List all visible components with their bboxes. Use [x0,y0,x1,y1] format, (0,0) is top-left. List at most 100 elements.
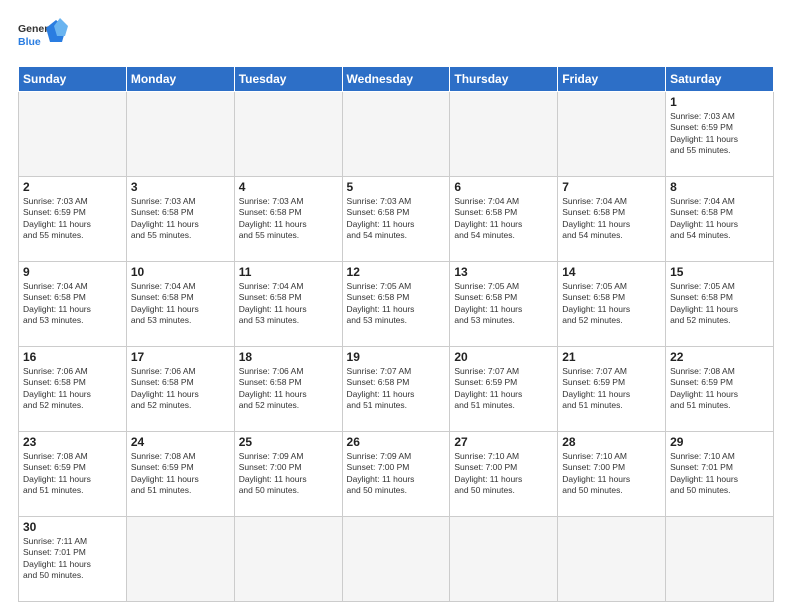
day-number: 12 [347,265,446,279]
svg-text:Blue: Blue [18,36,41,48]
calendar-day-cell [450,517,558,602]
calendar-day-cell: 2Sunrise: 7:03 AMSunset: 6:59 PMDaylight… [19,177,127,262]
day-number: 19 [347,350,446,364]
day-info: Sunrise: 7:07 AMSunset: 6:59 PMDaylight:… [562,366,661,412]
day-info: Sunrise: 7:08 AMSunset: 6:59 PMDaylight:… [131,451,230,497]
calendar-day-cell: 13 Sunrise: 7:05 AMSunset: 6:58 PMDayligh… [450,262,558,347]
calendar-day-cell: 8Sunrise: 7:04 AMSunset: 6:58 PMDaylight… [666,177,774,262]
day-number: 18 [239,350,338,364]
calendar-day-cell: 14 Sunrise: 7:05 AMSunset: 6:58 PMDayligh… [558,262,666,347]
day-info: Sunrise: 7:07 AMSunset: 6:58 PMDaylight:… [347,366,446,412]
day-number: 2 [23,180,122,194]
weekday-header-thursday: Thursday [450,67,558,92]
calendar-day-cell [19,92,127,177]
calendar-day-cell [558,517,666,602]
day-info: Sunrise: 7:06 AMSunset: 6:58 PMDaylight:… [23,366,122,412]
day-number: 11 [239,265,338,279]
day-info: Sunrise: 7:10 AMSunset: 7:00 PMDaylight:… [562,451,661,497]
day-number: 1 [670,95,769,109]
calendar-day-cell: 1 Sunrise: 7:03 AMSunset: 6:59 PMDaylight… [666,92,774,177]
calendar-day-cell: 23Sunrise: 7:08 AMSunset: 6:59 PMDayligh… [19,432,127,517]
day-info: Sunrise: 7:05 AMSunset: 6:58 PMDaylight:… [454,281,553,327]
day-info: Sunrise: 7:10 AMSunset: 7:01 PMDaylight:… [670,451,769,497]
calendar-week-row: 2Sunrise: 7:03 AMSunset: 6:59 PMDaylight… [19,177,774,262]
calendar-day-cell: 11 Sunrise: 7:04 AMSunset: 6:58 PMDayligh… [234,262,342,347]
day-info: Sunrise: 7:05 AMSunset: 6:58 PMDaylight:… [670,281,769,327]
calendar-day-cell: 4Sunrise: 7:03 AMSunset: 6:58 PMDaylight… [234,177,342,262]
day-number: 5 [347,180,446,194]
day-number: 17 [131,350,230,364]
weekday-header-monday: Monday [126,67,234,92]
calendar-day-cell: 6Sunrise: 7:04 AMSunset: 6:58 PMDaylight… [450,177,558,262]
weekday-header-tuesday: Tuesday [234,67,342,92]
day-info: Sunrise: 7:11 AMSunset: 7:01 PMDaylight:… [23,536,122,582]
day-number: 24 [131,435,230,449]
calendar-day-cell [126,92,234,177]
day-info: Sunrise: 7:04 AMSunset: 6:58 PMDaylight:… [239,281,338,327]
day-number: 16 [23,350,122,364]
calendar-day-cell [558,92,666,177]
calendar-week-row: 30Sunrise: 7:11 AMSunset: 7:01 PMDayligh… [19,517,774,602]
day-info: Sunrise: 7:08 AMSunset: 6:59 PMDaylight:… [23,451,122,497]
day-number: 7 [562,180,661,194]
day-number: 21 [562,350,661,364]
calendar-day-cell [126,517,234,602]
day-info: Sunrise: 7:04 AMSunset: 6:58 PMDaylight:… [23,281,122,327]
calendar-day-cell: 24 Sunrise: 7:08 AMSunset: 6:59 PMDayligh… [126,432,234,517]
weekday-header-sunday: Sunday [19,67,127,92]
day-number: 14 [562,265,661,279]
calendar-day-cell: 28Sunrise: 7:10 AMSunset: 7:00 PMDayligh… [558,432,666,517]
day-number: 29 [670,435,769,449]
header: General Blue [18,18,774,56]
day-info: Sunrise: 7:04 AMSunset: 6:58 PMDaylight:… [454,196,553,242]
day-number: 22 [670,350,769,364]
day-number: 26 [347,435,446,449]
calendar-day-cell: 9Sunrise: 7:04 AMSunset: 6:58 PMDaylight… [19,262,127,347]
day-number: 3 [131,180,230,194]
day-info: Sunrise: 7:06 AMSunset: 6:58 PMDaylight:… [131,366,230,412]
calendar-day-cell: 18 Sunrise: 7:06 AMSunset: 6:58 PMDayligh… [234,347,342,432]
day-info: Sunrise: 7:06 AMSunset: 6:58 PMDaylight:… [239,366,338,412]
calendar-day-cell [342,92,450,177]
weekday-header-wednesday: Wednesday [342,67,450,92]
day-info: Sunrise: 7:08 AMSunset: 6:59 PMDaylight:… [670,366,769,412]
calendar-day-cell: 3 Sunrise: 7:03 AMSunset: 6:58 PMDaylight… [126,177,234,262]
calendar-week-row: 16 Sunrise: 7:06 AMSunset: 6:58 PMDayligh… [19,347,774,432]
calendar-day-cell: 27 Sunrise: 7:10 AMSunset: 7:00 PMDayligh… [450,432,558,517]
calendar-day-cell [450,92,558,177]
calendar-day-cell: 30Sunrise: 7:11 AMSunset: 7:01 PMDayligh… [19,517,127,602]
calendar-week-row: 23Sunrise: 7:08 AMSunset: 6:59 PMDayligh… [19,432,774,517]
calendar-day-cell: 22 Sunrise: 7:08 AMSunset: 6:59 PMDayligh… [666,347,774,432]
day-info: Sunrise: 7:04 AMSunset: 6:58 PMDaylight:… [670,196,769,242]
calendar-week-row: 1 Sunrise: 7:03 AMSunset: 6:59 PMDaylight… [19,92,774,177]
day-info: Sunrise: 7:07 AMSunset: 6:59 PMDaylight:… [454,366,553,412]
calendar-day-cell [342,517,450,602]
day-number: 4 [239,180,338,194]
calendar-day-cell: 25 Sunrise: 7:09 AMSunset: 7:00 PMDayligh… [234,432,342,517]
day-info: Sunrise: 7:03 AMSunset: 6:59 PMDaylight:… [670,111,769,157]
calendar-day-cell: 26Sunrise: 7:09 AMSunset: 7:00 PMDayligh… [342,432,450,517]
calendar-week-row: 9Sunrise: 7:04 AMSunset: 6:58 PMDaylight… [19,262,774,347]
weekday-header-saturday: Saturday [666,67,774,92]
calendar-day-cell: 29 Sunrise: 7:10 AMSunset: 7:01 PMDayligh… [666,432,774,517]
day-info: Sunrise: 7:03 AMSunset: 6:58 PMDaylight:… [131,196,230,242]
day-number: 25 [239,435,338,449]
page: General Blue SundayMondayTuesdayWednesda… [0,0,792,612]
day-info: Sunrise: 7:05 AMSunset: 6:58 PMDaylight:… [562,281,661,327]
day-number: 15 [670,265,769,279]
calendar-day-cell: 19 Sunrise: 7:07 AMSunset: 6:58 PMDayligh… [342,347,450,432]
day-number: 13 [454,265,553,279]
day-info: Sunrise: 7:10 AMSunset: 7:00 PMDaylight:… [454,451,553,497]
logo-svg: General Blue [18,18,68,56]
calendar-day-cell: 7Sunrise: 7:04 AMSunset: 6:58 PMDaylight… [558,177,666,262]
day-info: Sunrise: 7:03 AMSunset: 6:58 PMDaylight:… [347,196,446,242]
day-number: 27 [454,435,553,449]
weekday-header-friday: Friday [558,67,666,92]
calendar-table: SundayMondayTuesdayWednesdayThursdayFrid… [18,66,774,602]
calendar-day-cell [234,92,342,177]
day-number: 20 [454,350,553,364]
day-info: Sunrise: 7:09 AMSunset: 7:00 PMDaylight:… [239,451,338,497]
calendar-day-cell [234,517,342,602]
calendar-day-cell: 21 Sunrise: 7:07 AMSunset: 6:59 PMDayligh… [558,347,666,432]
day-info: Sunrise: 7:04 AMSunset: 6:58 PMDaylight:… [131,281,230,327]
